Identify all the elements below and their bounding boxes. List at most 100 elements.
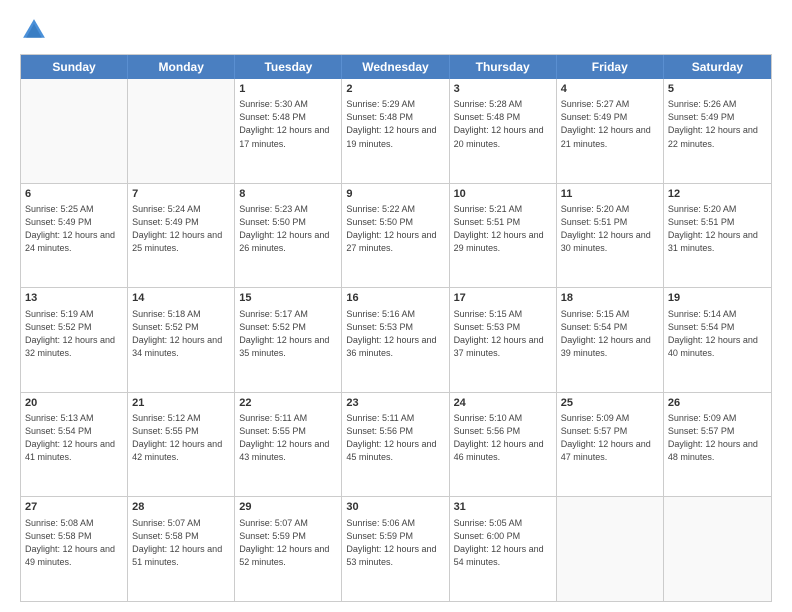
day-info: Sunrise: 5:11 AM Sunset: 5:56 PM Dayligh… xyxy=(346,412,444,464)
day-number: 31 xyxy=(454,500,552,515)
logo-icon xyxy=(20,16,48,44)
calendar-cell-2: 2Sunrise: 5:29 AM Sunset: 5:48 PM Daylig… xyxy=(342,79,449,183)
calendar-header: SundayMondayTuesdayWednesdayThursdayFrid… xyxy=(21,55,771,79)
calendar-cell-19: 19 Sunrise: 5:14 AM Sunset: 5:54 PM Dayli… xyxy=(664,288,771,392)
day-info: Sunrise: 5:08 AM Sunset: 5:58 PM Dayligh… xyxy=(25,517,123,569)
day-number: 11 xyxy=(561,187,659,202)
calendar-row-0: 1Sunrise: 5:30 AM Sunset: 5:48 PM Daylig… xyxy=(21,79,771,183)
day-number: 8 xyxy=(239,187,337,202)
calendar-cell-18: 18 Sunrise: 5:15 AM Sunset: 5:54 PM Dayli… xyxy=(557,288,664,392)
calendar-cell-1: 1Sunrise: 5:30 AM Sunset: 5:48 PM Daylig… xyxy=(235,79,342,183)
calendar-cell-30: 30Sunrise: 5:06 AM Sunset: 5:59 PM Dayli… xyxy=(342,497,449,601)
day-number: 26 xyxy=(668,396,767,411)
calendar-cell-4: 4Sunrise: 5:27 AM Sunset: 5:49 PM Daylig… xyxy=(557,79,664,183)
day-number: 25 xyxy=(561,396,659,411)
calendar-cell-5: 5Sunrise: 5:26 AM Sunset: 5:49 PM Daylig… xyxy=(664,79,771,183)
day-info: Sunrise: 5:20 AM Sunset: 5:51 PM Dayligh… xyxy=(561,203,659,255)
calendar-cell-13: 13 Sunrise: 5:19 AM Sunset: 5:52 PM Dayli… xyxy=(21,288,128,392)
day-number: 15 xyxy=(239,291,337,306)
logo xyxy=(20,16,52,44)
day-number: 13 xyxy=(25,291,123,306)
weekday-header-wednesday: Wednesday xyxy=(342,55,449,79)
calendar-cell-24: 24Sunrise: 5:10 AM Sunset: 5:56 PM Dayli… xyxy=(450,393,557,497)
day-info: Sunrise: 5:21 AM Sunset: 5:51 PM Dayligh… xyxy=(454,203,552,255)
day-info: Sunrise: 5:14 AM Sunset: 5:54 PM Dayligh… xyxy=(668,308,767,360)
day-number: 29 xyxy=(239,500,337,515)
day-number: 6 xyxy=(25,187,123,202)
day-number: 20 xyxy=(25,396,123,411)
day-info: Sunrise: 5:07 AM Sunset: 5:58 PM Dayligh… xyxy=(132,517,230,569)
weekday-header-sunday: Sunday xyxy=(21,55,128,79)
day-info: Sunrise: 5:10 AM Sunset: 5:56 PM Dayligh… xyxy=(454,412,552,464)
day-info: Sunrise: 5:27 AM Sunset: 5:49 PM Dayligh… xyxy=(561,98,659,150)
calendar-cell-20: 20Sunrise: 5:13 AM Sunset: 5:54 PM Dayli… xyxy=(21,393,128,497)
calendar-body: 1Sunrise: 5:30 AM Sunset: 5:48 PM Daylig… xyxy=(21,79,771,601)
calendar-cell-empty-4-6 xyxy=(664,497,771,601)
calendar-cell-29: 29 Sunrise: 5:07 AM Sunset: 5:59 PM Dayli… xyxy=(235,497,342,601)
day-info: Sunrise: 5:06 AM Sunset: 5:59 PM Dayligh… xyxy=(346,517,444,569)
day-number: 18 xyxy=(561,291,659,306)
calendar-row-1: 6Sunrise: 5:25 AM Sunset: 5:49 PM Daylig… xyxy=(21,183,771,288)
day-info: Sunrise: 5:24 AM Sunset: 5:49 PM Dayligh… xyxy=(132,203,230,255)
calendar-cell-9: 9Sunrise: 5:22 AM Sunset: 5:50 PM Daylig… xyxy=(342,184,449,288)
day-number: 23 xyxy=(346,396,444,411)
calendar-cell-empty-4-5 xyxy=(557,497,664,601)
calendar-cell-6: 6Sunrise: 5:25 AM Sunset: 5:49 PM Daylig… xyxy=(21,184,128,288)
calendar-row-4: 27 Sunrise: 5:08 AM Sunset: 5:58 PM Dayli… xyxy=(21,496,771,601)
page-container: SundayMondayTuesdayWednesdayThursdayFrid… xyxy=(0,0,792,612)
calendar-row-2: 13 Sunrise: 5:19 AM Sunset: 5:52 PM Dayli… xyxy=(21,287,771,392)
day-info: Sunrise: 5:22 AM Sunset: 5:50 PM Dayligh… xyxy=(346,203,444,255)
day-info: Sunrise: 5:29 AM Sunset: 5:48 PM Dayligh… xyxy=(346,98,444,150)
weekday-header-friday: Friday xyxy=(557,55,664,79)
calendar-cell-22: 22Sunrise: 5:11 AM Sunset: 5:55 PM Dayli… xyxy=(235,393,342,497)
calendar-cell-26: 26Sunrise: 5:09 AM Sunset: 5:57 PM Dayli… xyxy=(664,393,771,497)
calendar-cell-14: 14 Sunrise: 5:18 AM Sunset: 5:52 PM Dayli… xyxy=(128,288,235,392)
day-info: Sunrise: 5:05 AM Sunset: 6:00 PM Dayligh… xyxy=(454,517,552,569)
day-number: 14 xyxy=(132,291,230,306)
calendar-cell-21: 21Sunrise: 5:12 AM Sunset: 5:55 PM Dayli… xyxy=(128,393,235,497)
day-info: Sunrise: 5:19 AM Sunset: 5:52 PM Dayligh… xyxy=(25,308,123,360)
day-info: Sunrise: 5:17 AM Sunset: 5:52 PM Dayligh… xyxy=(239,308,337,360)
day-info: Sunrise: 5:09 AM Sunset: 5:57 PM Dayligh… xyxy=(561,412,659,464)
calendar-cell-28: 28 Sunrise: 5:07 AM Sunset: 5:58 PM Dayli… xyxy=(128,497,235,601)
day-number: 21 xyxy=(132,396,230,411)
day-number: 4 xyxy=(561,82,659,97)
calendar-cell-25: 25Sunrise: 5:09 AM Sunset: 5:57 PM Dayli… xyxy=(557,393,664,497)
calendar-cell-17: 17 Sunrise: 5:15 AM Sunset: 5:53 PM Dayli… xyxy=(450,288,557,392)
day-info: Sunrise: 5:23 AM Sunset: 5:50 PM Dayligh… xyxy=(239,203,337,255)
calendar-cell-empty-0-0 xyxy=(21,79,128,183)
day-info: Sunrise: 5:16 AM Sunset: 5:53 PM Dayligh… xyxy=(346,308,444,360)
day-info: Sunrise: 5:11 AM Sunset: 5:55 PM Dayligh… xyxy=(239,412,337,464)
calendar-cell-15: 15 Sunrise: 5:17 AM Sunset: 5:52 PM Dayli… xyxy=(235,288,342,392)
calendar-cell-12: 12Sunrise: 5:20 AM Sunset: 5:51 PM Dayli… xyxy=(664,184,771,288)
day-info: Sunrise: 5:30 AM Sunset: 5:48 PM Dayligh… xyxy=(239,98,337,150)
calendar-cell-10: 10Sunrise: 5:21 AM Sunset: 5:51 PM Dayli… xyxy=(450,184,557,288)
day-number: 10 xyxy=(454,187,552,202)
day-info: Sunrise: 5:15 AM Sunset: 5:54 PM Dayligh… xyxy=(561,308,659,360)
day-info: Sunrise: 5:18 AM Sunset: 5:52 PM Dayligh… xyxy=(132,308,230,360)
day-number: 2 xyxy=(346,82,444,97)
calendar: SundayMondayTuesdayWednesdayThursdayFrid… xyxy=(20,54,772,602)
day-info: Sunrise: 5:07 AM Sunset: 5:59 PM Dayligh… xyxy=(239,517,337,569)
weekday-header-tuesday: Tuesday xyxy=(235,55,342,79)
day-info: Sunrise: 5:28 AM Sunset: 5:48 PM Dayligh… xyxy=(454,98,552,150)
calendar-cell-7: 7Sunrise: 5:24 AM Sunset: 5:49 PM Daylig… xyxy=(128,184,235,288)
day-number: 5 xyxy=(668,82,767,97)
day-number: 7 xyxy=(132,187,230,202)
day-info: Sunrise: 5:25 AM Sunset: 5:49 PM Dayligh… xyxy=(25,203,123,255)
day-number: 19 xyxy=(668,291,767,306)
day-number: 9 xyxy=(346,187,444,202)
day-info: Sunrise: 5:09 AM Sunset: 5:57 PM Dayligh… xyxy=(668,412,767,464)
day-number: 17 xyxy=(454,291,552,306)
day-number: 27 xyxy=(25,500,123,515)
calendar-cell-23: 23Sunrise: 5:11 AM Sunset: 5:56 PM Dayli… xyxy=(342,393,449,497)
day-info: Sunrise: 5:26 AM Sunset: 5:49 PM Dayligh… xyxy=(668,98,767,150)
day-info: Sunrise: 5:15 AM Sunset: 5:53 PM Dayligh… xyxy=(454,308,552,360)
day-number: 28 xyxy=(132,500,230,515)
calendar-cell-27: 27 Sunrise: 5:08 AM Sunset: 5:58 PM Dayli… xyxy=(21,497,128,601)
day-number: 16 xyxy=(346,291,444,306)
calendar-row-3: 20Sunrise: 5:13 AM Sunset: 5:54 PM Dayli… xyxy=(21,392,771,497)
day-number: 12 xyxy=(668,187,767,202)
day-info: Sunrise: 5:13 AM Sunset: 5:54 PM Dayligh… xyxy=(25,412,123,464)
weekday-header-monday: Monday xyxy=(128,55,235,79)
